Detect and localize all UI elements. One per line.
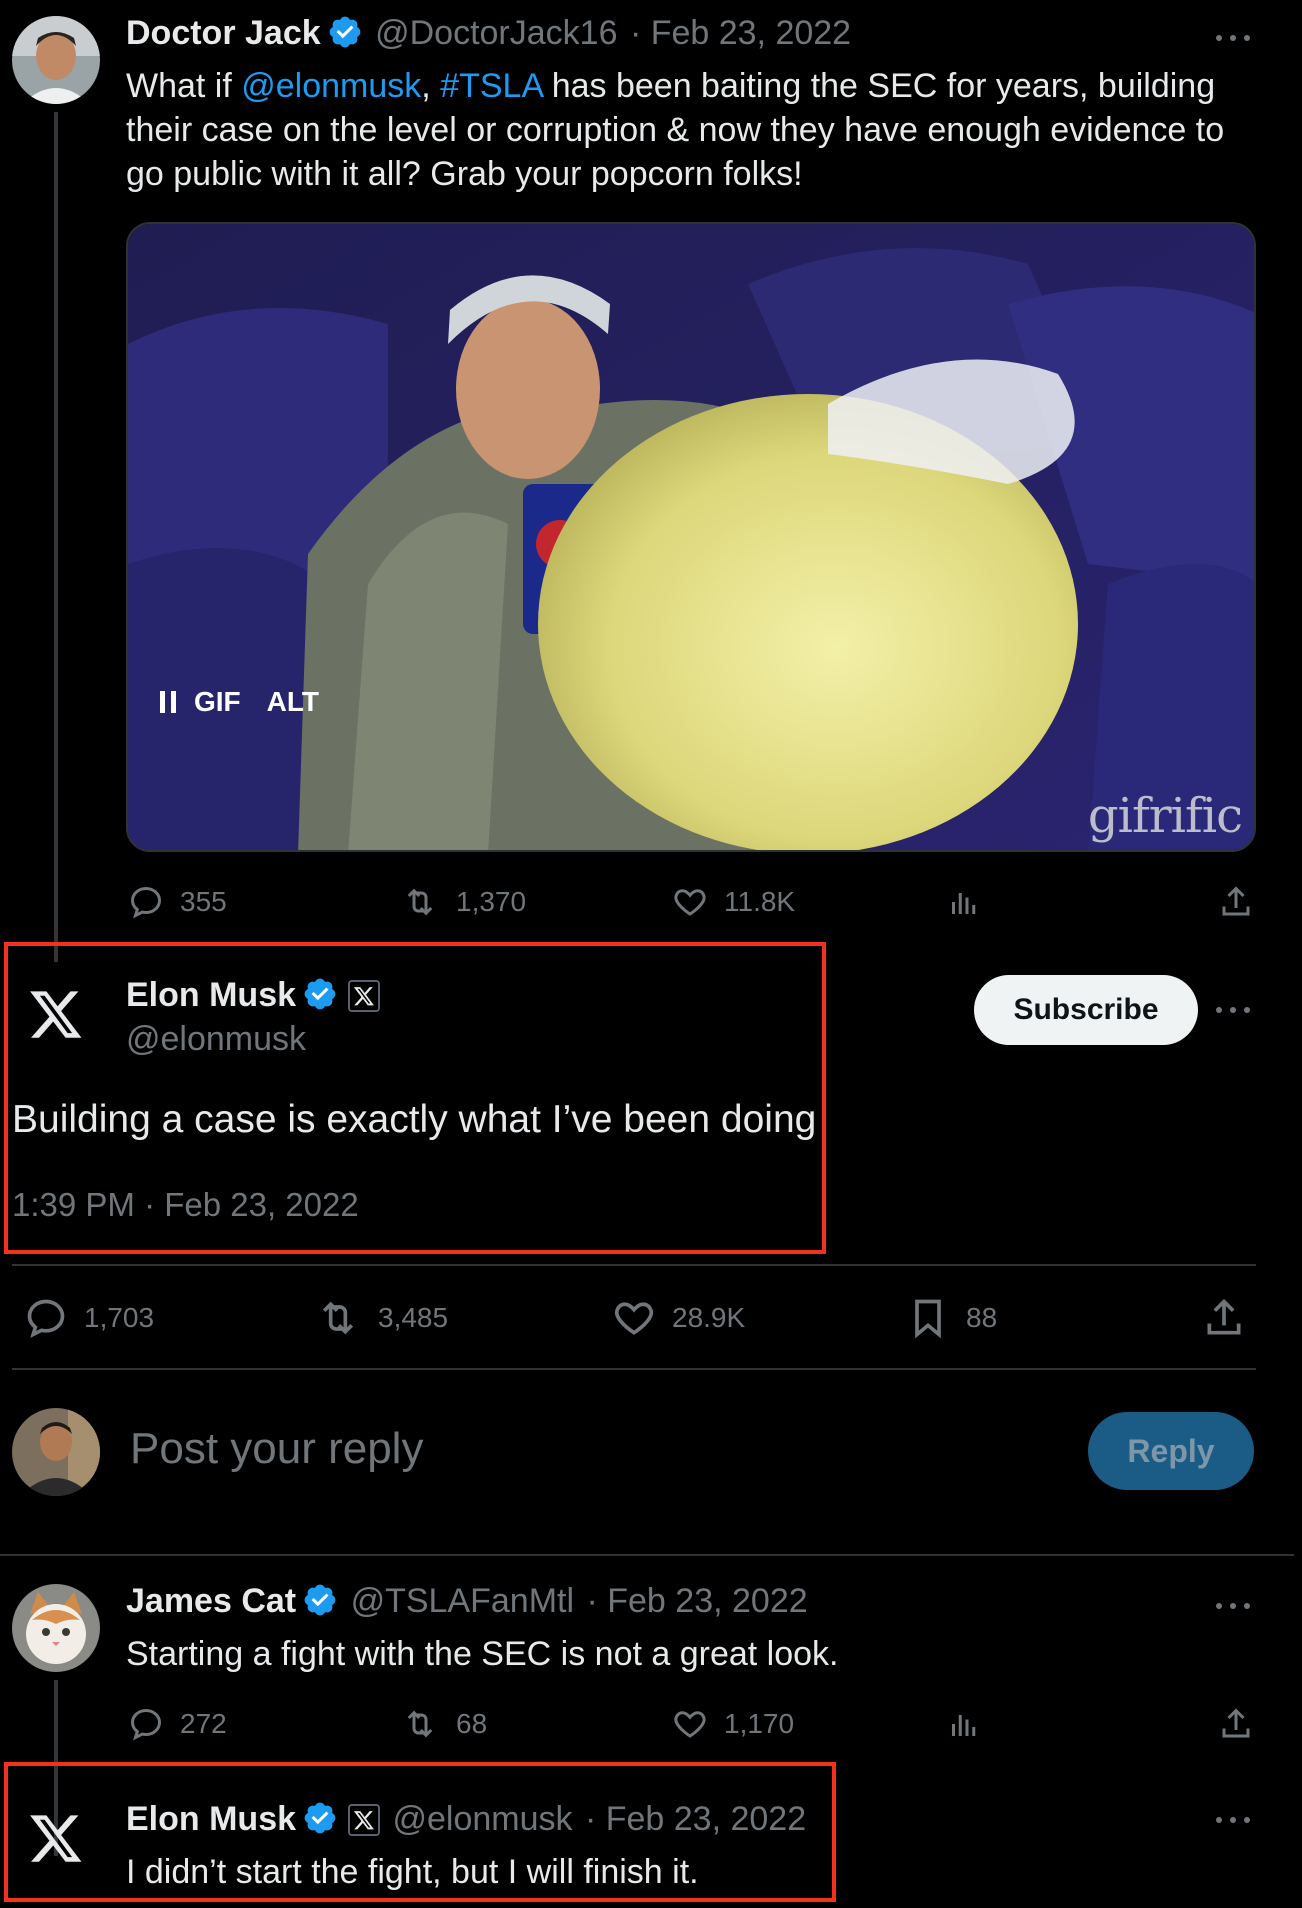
author-handle[interactable]: @elonmusk: [392, 1800, 572, 1838]
author-name[interactable]: Elon Musk: [126, 1800, 296, 1838]
like-count: 1,170: [724, 1708, 795, 1739]
tweet-date[interactable]: · Feb 23, 2022: [586, 1582, 807, 1620]
mention-link[interactable]: @elonmusk: [241, 67, 421, 105]
reply-action[interactable]: 355: [128, 884, 227, 920]
gif-controls: GIF ALT: [160, 686, 319, 718]
tweet-timestamp[interactable]: 1:39 PM · Feb 23, 2022: [12, 1186, 359, 1224]
more-options-icon[interactable]: [1216, 1814, 1256, 1826]
views-icon: [952, 1715, 976, 1736]
reply-icon: [27, 1299, 65, 1339]
hashtag-link[interactable]: #TSLA: [440, 67, 542, 105]
tweet1-text: What if @elonmusk, #TSLA has been baitin…: [126, 64, 1256, 196]
x-logo-icon: [30, 1815, 82, 1862]
reply-count: 272: [180, 1708, 227, 1739]
gif-watermark: gifrific: [1087, 788, 1243, 844]
reply-action[interactable]: 1,703: [24, 1296, 154, 1340]
affiliate-x-badge-icon[interactable]: [348, 1804, 381, 1836]
reply1-header: James Cat @TSLAFanMtl · Feb 23, 2022: [126, 1582, 808, 1621]
share-icon: [1222, 886, 1250, 916]
reply-icon: [130, 1708, 162, 1741]
main-tweet-text: Building a case is exactly what I’ve bee…: [12, 1098, 817, 1141]
verified-badge-icon: [304, 978, 336, 1010]
text-line: go public with it all? Grab your popcorn…: [126, 155, 803, 193]
views-icon: [952, 893, 976, 914]
like-action[interactable]: 11.8K: [672, 884, 795, 920]
reply-count: 1,703: [84, 1302, 155, 1333]
repost-count: 3,485: [378, 1302, 449, 1333]
verified-badge-icon: [329, 16, 361, 48]
text-segment: has been baiting the SEC for years, buil…: [542, 67, 1216, 105]
share-action[interactable]: [1218, 884, 1270, 920]
tweet-date[interactable]: · Feb 23, 2022: [630, 14, 851, 52]
divider: [12, 1368, 1256, 1370]
thread-line: [54, 112, 58, 962]
heart-icon: [674, 1711, 706, 1738]
text-segment: What if: [126, 67, 242, 105]
views-action[interactable]: [946, 884, 998, 920]
tweet1-header: Doctor Jack @DoctorJack16 · Feb 23, 2022: [126, 14, 851, 53]
like-action[interactable]: 1,170: [672, 1706, 794, 1742]
like-action[interactable]: 28.9K: [612, 1296, 745, 1340]
bookmark-icon: [915, 1299, 941, 1339]
bookmark-count: 88: [966, 1302, 998, 1333]
like-count: 28.9K: [672, 1302, 746, 1333]
repost-action[interactable]: 1,370: [400, 884, 526, 920]
text-segment: ,: [421, 67, 441, 105]
author-handle[interactable]: @elonmusk: [126, 1020, 306, 1059]
avatar-james-cat[interactable]: [12, 1584, 100, 1672]
repost-icon: [322, 1301, 354, 1335]
verified-badge-icon: [304, 1584, 336, 1616]
repost-icon: [407, 1710, 433, 1738]
reply1-text: Starting a fight with the SEC is not a g…: [126, 1635, 839, 1673]
alt-label[interactable]: ALT: [267, 686, 319, 718]
share-action[interactable]: [1218, 1706, 1270, 1742]
x-logo-avatar[interactable]: [28, 1810, 84, 1866]
popcorn-gif-image: [128, 224, 1254, 850]
author-name[interactable]: James Cat: [126, 1582, 296, 1620]
like-count: 11.8K: [724, 886, 796, 917]
repost-icon: [407, 888, 433, 916]
verified-badge-icon: [304, 1802, 336, 1834]
repost-count: 1,370: [456, 886, 527, 917]
divider: [0, 1554, 1294, 1556]
repost-action[interactable]: 3,485: [314, 1296, 448, 1340]
repost-action[interactable]: 68: [400, 1706, 487, 1742]
reply2-text: I didn’t start the fight, but I will fin…: [126, 1853, 699, 1891]
more-options-icon[interactable]: [1216, 1004, 1256, 1016]
repost-count: 68: [456, 1708, 488, 1739]
reply-count: 355: [180, 886, 227, 917]
reply-button[interactable]: Reply: [1088, 1412, 1254, 1490]
author-handle[interactable]: @TSLAFanMtl: [351, 1582, 574, 1620]
reply-input[interactable]: Post your reply: [130, 1424, 423, 1474]
x-logo-icon: [30, 991, 82, 1038]
reply2-header: Elon Musk @elonmusk · Feb 23, 2022: [126, 1800, 806, 1839]
current-user-avatar[interactable]: [12, 1408, 100, 1496]
gif-media[interactable]: GIF ALT gifrific: [126, 222, 1256, 852]
author-name[interactable]: Doctor Jack: [126, 14, 321, 52]
views-action[interactable]: [946, 1706, 998, 1742]
author-handle[interactable]: @DoctorJack16: [375, 14, 617, 52]
x-logo-avatar[interactable]: [28, 986, 84, 1042]
heart-icon: [614, 1302, 654, 1335]
text-line: their case on the level or corruption & …: [126, 111, 1225, 149]
author-name[interactable]: Elon Musk: [126, 976, 296, 1014]
share-icon: [1222, 1708, 1250, 1738]
avatar-doctor-jack[interactable]: [12, 16, 100, 104]
share-icon: [1207, 1298, 1241, 1335]
pause-icon[interactable]: [160, 691, 176, 713]
affiliate-x-badge-icon[interactable]: [348, 980, 381, 1012]
more-options-icon[interactable]: [1216, 32, 1256, 44]
share-action[interactable]: [1202, 1296, 1262, 1340]
divider: [12, 1264, 1256, 1266]
subscribe-button[interactable]: Subscribe: [974, 975, 1198, 1045]
reply-icon: [130, 886, 162, 919]
reply-action[interactable]: 272: [128, 1706, 227, 1742]
more-options-icon[interactable]: [1216, 1600, 1256, 1612]
bookmark-action[interactable]: 88: [906, 1296, 997, 1340]
gif-label: GIF: [194, 686, 241, 717]
heart-icon: [674, 889, 706, 916]
tweet-date[interactable]: · Feb 23, 2022: [585, 1800, 806, 1838]
main-tweet-header: Elon Musk: [126, 976, 381, 1015]
